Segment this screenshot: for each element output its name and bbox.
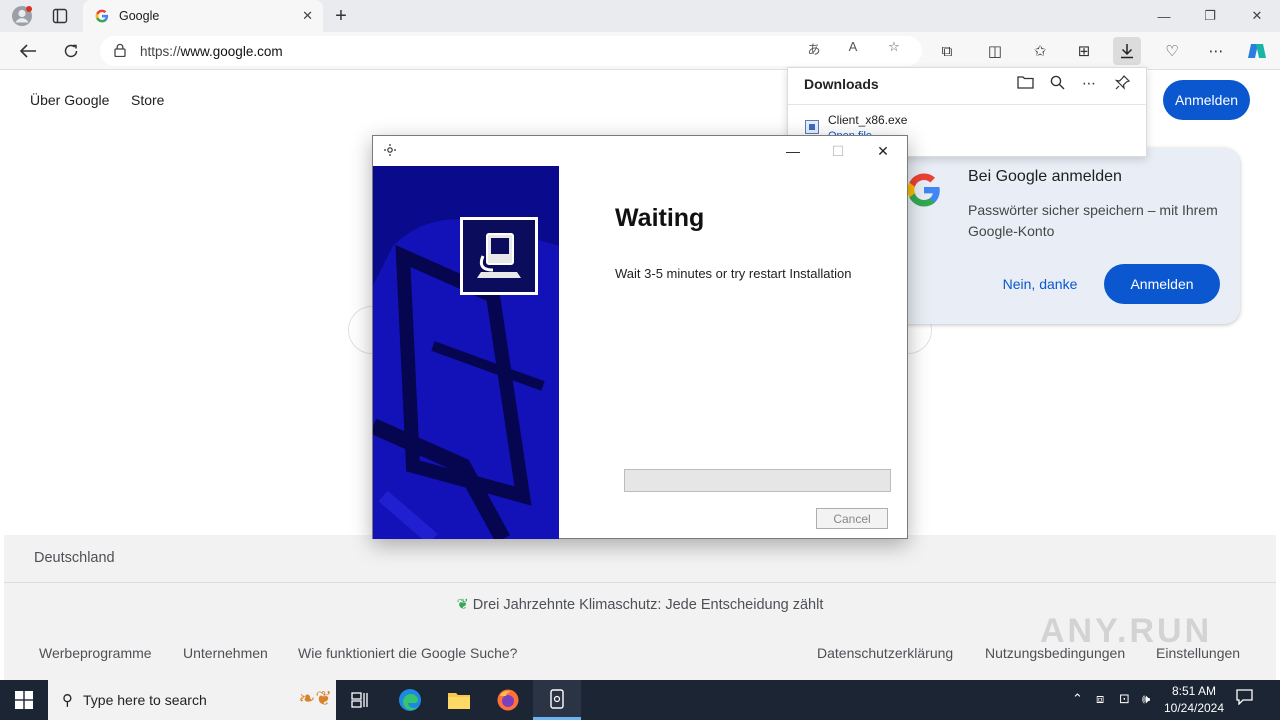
translate-icon[interactable]: あ	[804, 39, 824, 57]
show-hidden-icons-icon[interactable]: ⌃	[1072, 691, 1083, 707]
close-window-button[interactable]: ✕	[1234, 0, 1280, 32]
installer-progress-bar	[624, 469, 891, 492]
back-arrow-icon[interactable]	[15, 39, 41, 63]
collections-icon[interactable]: ⊞	[1070, 37, 1098, 65]
leaf-icon: ❦	[456, 597, 469, 613]
installer-maximize-button: ☐	[831, 142, 845, 159]
installer-titlebar[interactable]: — ☐ ✕	[373, 136, 907, 166]
more-menu-icon[interactable]: ⋯	[1202, 37, 1230, 65]
new-tab-icon[interactable]: +	[329, 4, 353, 28]
tab-actions-icon[interactable]	[48, 4, 72, 28]
favorite-star-icon[interactable]: ☆	[884, 39, 904, 55]
google-favicon-icon	[95, 9, 109, 23]
store-link[interactable]: Store	[131, 92, 164, 108]
installer-close-button[interactable]: ✕	[861, 138, 905, 164]
minimize-window-button[interactable]: —	[1141, 0, 1187, 32]
search-icon: ⚲	[62, 692, 73, 709]
footer-link-business[interactable]: Unternehmen	[183, 645, 268, 661]
page-footer: Deutschland ❦ Drei Jahrzehnte Klimaschutz…	[4, 535, 1276, 680]
installer-message: Wait 3-5 minutes or try restart Installa…	[615, 266, 852, 281]
volume-icon[interactable]: 🕪	[1142, 691, 1150, 707]
more-options-icon[interactable]: ⋯	[1079, 75, 1099, 95]
restore-window-button[interactable]: ❐	[1187, 0, 1233, 32]
signin-prompt-text: Passwörter sicher speichern – mit Ihrem …	[968, 202, 1218, 239]
climate-text: Drei Jahrzehnte Klimaschutz: Jede Entsch…	[472, 597, 824, 613]
tab-title: Google	[119, 9, 160, 23]
lock-icon[interactable]	[114, 43, 126, 60]
taskbar-clock[interactable]: 8:51 AM 10/24/2024	[1162, 683, 1226, 717]
windows-taskbar: ⚲ Type here to search ❧❦ ⌃ ⧈ ⊡ 🕪 8:51 AM…	[0, 680, 1280, 720]
google-logo-icon	[907, 173, 940, 207]
open-folder-icon[interactable]	[1015, 75, 1035, 95]
edge-browser-icon[interactable]	[386, 680, 434, 720]
refresh-icon[interactable]	[58, 39, 84, 63]
split-screen-icon[interactable]: ◫	[981, 37, 1009, 65]
read-aloud-icon[interactable]: A	[843, 39, 863, 55]
installer-taskbar-icon[interactable]	[533, 680, 581, 720]
signin-button[interactable]: Anmelden	[1163, 80, 1250, 120]
start-windows-icon[interactable]	[0, 680, 48, 720]
notification-center-icon[interactable]	[1236, 689, 1253, 709]
installer-dialog: — ☐ ✕ Waiting Wait 3-5 minutes or try re…	[372, 135, 908, 539]
taskbar-search-box[interactable]: ⚲ Type here to search ❧❦	[48, 680, 336, 720]
clock-date: 10/24/2024	[1163, 701, 1225, 715]
installer-cancel-button[interactable]: Cancel	[816, 508, 888, 529]
downloads-icon[interactable]	[1113, 37, 1141, 65]
footer-link-advertising[interactable]: Werbeprogramme	[39, 645, 152, 661]
installer-heading: Waiting	[615, 204, 705, 232]
downloads-title: Downloads	[804, 76, 879, 92]
download-file-name[interactable]: Client_x86.exe	[828, 113, 907, 127]
google-signin-prompt: Bei Google anmelden Passwörter sicher sp…	[890, 148, 1240, 324]
autumn-leaves-icon: ❧❦	[298, 688, 332, 710]
url-text: https://www.google.com	[140, 43, 283, 59]
task-view-icon[interactable]	[336, 680, 384, 720]
browser-essentials-icon[interactable]: ♡	[1158, 37, 1186, 65]
country-label: Deutschland	[34, 550, 115, 566]
footer-divider	[4, 582, 1276, 583]
decline-button[interactable]: Nein, danke	[986, 264, 1094, 304]
favorites-icon[interactable]: ✩	[1026, 37, 1054, 65]
tab-strip: Google ✕ + — ❐ ✕	[0, 0, 1280, 32]
taskbar-search-placeholder: Type here to search	[83, 692, 207, 708]
copilot-icon[interactable]	[1243, 37, 1271, 65]
clock-time: 8:51 AM	[1171, 684, 1217, 698]
downloads-divider	[788, 104, 1146, 105]
installer-banner	[373, 166, 559, 539]
address-bar[interactable]: https://www.google.com	[100, 36, 922, 66]
browser-tab[interactable]: Google ✕	[83, 0, 323, 32]
signin-prompt-title: Bei Google anmelden	[968, 168, 1122, 185]
network-icon[interactable]: ⊡	[1119, 691, 1130, 707]
pin-icon[interactable]	[1112, 75, 1132, 95]
signin-prompt-button[interactable]: Anmelden	[1104, 264, 1220, 304]
anyrun-watermark: ANY.RUN	[1040, 612, 1213, 650]
exe-file-icon	[805, 120, 819, 134]
installer-minimize-button[interactable]: —	[771, 138, 815, 164]
profile-avatar-icon[interactable]	[10, 4, 34, 28]
footer-link-how-search-works[interactable]: Wie funktioniert die Google Suche?	[298, 645, 517, 661]
footer-link-privacy[interactable]: Datenschutzerklärung	[817, 645, 953, 661]
installer-logo-icon	[460, 217, 538, 295]
extensions-icon[interactable]: ⧉	[933, 37, 961, 65]
meet-now-icon[interactable]: ⧈	[1096, 691, 1104, 707]
search-downloads-icon[interactable]	[1047, 75, 1067, 95]
firefox-icon[interactable]	[484, 680, 532, 720]
climate-link[interactable]: ❦ Drei Jahrzehnte Klimaschutz: Jede Entsc…	[4, 597, 1276, 613]
close-tab-icon[interactable]: ✕	[302, 8, 313, 24]
toolbar: https://www.google.com あ A ☆ ⧉ ◫ ✩ ⊞ ♡ ⋯	[0, 32, 1280, 70]
file-explorer-icon[interactable]	[435, 680, 483, 720]
installer-app-icon	[383, 143, 397, 157]
about-google-link[interactable]: Über Google	[30, 92, 109, 108]
